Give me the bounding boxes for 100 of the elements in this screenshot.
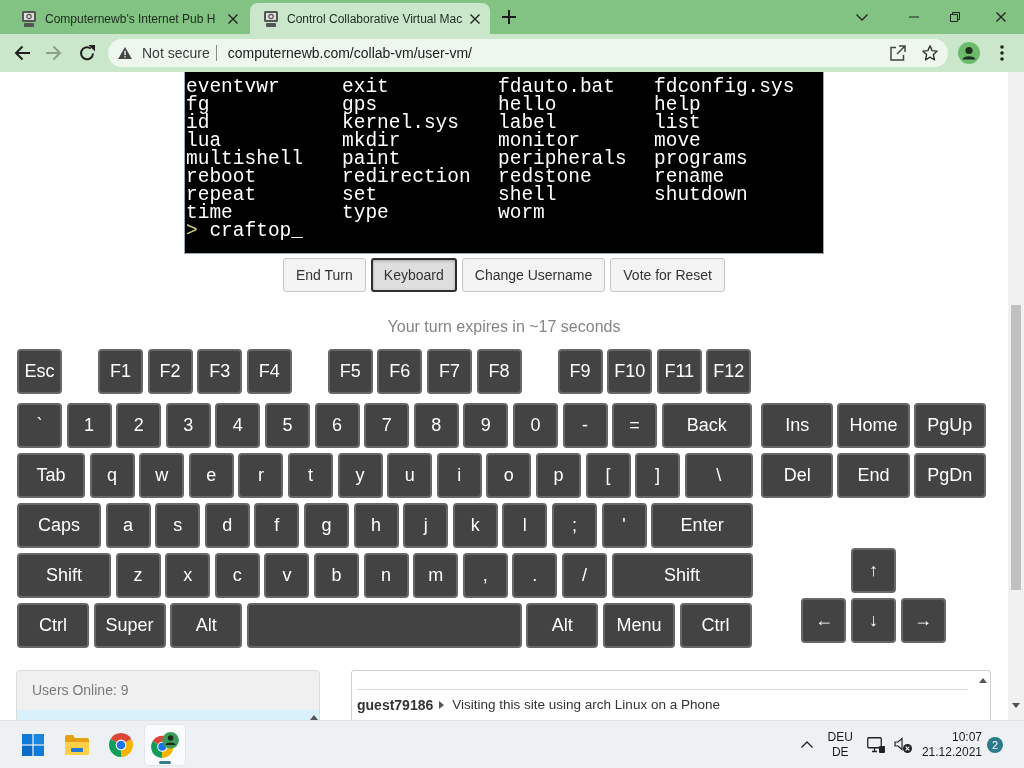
key[interactable]: v <box>264 553 310 598</box>
key[interactable]: g <box>303 503 349 548</box>
key[interactable]: Caps <box>17 503 101 548</box>
key[interactable]: d <box>204 503 250 548</box>
key[interactable]: F7 <box>426 349 472 394</box>
control-button[interactable]: End Turn <box>283 258 366 292</box>
back-arrow-icon[interactable] <box>14 45 30 61</box>
key[interactable]: h <box>353 503 399 548</box>
key[interactable]: ↑ <box>851 548 896 593</box>
key[interactable]: PgUp <box>913 403 986 448</box>
star-icon[interactable] <box>922 45 938 61</box>
key[interactable]: Alt <box>526 603 599 648</box>
key[interactable]: F3 <box>197 349 243 394</box>
key[interactable]: m <box>413 553 459 598</box>
key[interactable]: ↓ <box>851 598 896 643</box>
key[interactable]: - <box>562 403 608 448</box>
key[interactable]: u <box>387 453 433 498</box>
key[interactable]: y <box>337 453 383 498</box>
key[interactable]: Menu <box>602 603 675 648</box>
scroll-down-icon[interactable] <box>1012 703 1020 708</box>
notification-count[interactable]: 2 <box>987 736 1003 753</box>
key[interactable]: x <box>165 553 211 598</box>
key[interactable]: / <box>561 553 607 598</box>
key[interactable]: Ctrl <box>679 603 752 648</box>
key[interactable]: [ <box>585 453 631 498</box>
share-icon[interactable] <box>890 45 906 61</box>
key[interactable]: 2 <box>116 403 162 448</box>
key[interactable]: ← <box>801 598 847 643</box>
key[interactable]: i <box>436 453 482 498</box>
key[interactable]: 1 <box>66 403 112 448</box>
close-icon[interactable] <box>228 13 238 24</box>
browser-tab[interactable]: Computernewb's Internet Pub H <box>8 3 250 34</box>
key[interactable]: w <box>139 453 185 498</box>
key[interactable]: . <box>512 553 558 598</box>
minimize-icon[interactable] <box>908 16 919 18</box>
key[interactable]: 3 <box>165 403 211 448</box>
clock-date[interactable]: 21.12.2021 <box>921 744 982 760</box>
key[interactable]: 0 <box>512 403 558 448</box>
security-indicator[interactable]: Not secure <box>118 45 210 61</box>
key[interactable]: PgDn <box>913 453 986 498</box>
key[interactable]: z <box>115 553 161 598</box>
control-button[interactable]: Keyboard <box>370 258 457 292</box>
control-button[interactable]: Vote for Reset <box>610 258 725 292</box>
key[interactable]: F8 <box>476 349 522 394</box>
key[interactable]: Tab <box>17 453 85 498</box>
menu-icon[interactable] <box>1000 45 1004 61</box>
key[interactable]: F10 <box>607 349 653 394</box>
key[interactable]: e <box>188 453 234 498</box>
key[interactable]: F12 <box>706 349 752 394</box>
key[interactable]: F4 <box>246 349 292 394</box>
key[interactable]: ] <box>635 453 681 498</box>
key[interactable]: c <box>214 553 260 598</box>
key[interactable]: F2 <box>147 349 193 394</box>
key[interactable]: p <box>535 453 581 498</box>
browser-tab[interactable]: Control Collaborative Virtual Mac <box>250 3 490 34</box>
key[interactable]: Home <box>837 403 910 448</box>
reload-icon[interactable] <box>79 45 95 61</box>
key[interactable]: F11 <box>656 349 702 394</box>
key[interactable]: l <box>502 503 548 548</box>
plus-icon[interactable] <box>502 10 516 24</box>
keyboard-layout[interactable]: DE <box>831 744 849 760</box>
key[interactable]: n <box>363 553 409 598</box>
key[interactable]: 7 <box>364 403 410 448</box>
scrollbar-thumb[interactable] <box>1011 305 1021 590</box>
key[interactable]: 8 <box>413 403 459 448</box>
key[interactable]: 5 <box>264 403 310 448</box>
key[interactable]: Ins <box>761 403 834 448</box>
key[interactable]: F9 <box>557 349 603 394</box>
control-button[interactable]: Change Username <box>461 258 606 292</box>
key[interactable]: F1 <box>98 349 143 394</box>
clock-time[interactable]: 10:07 <box>951 729 982 745</box>
key[interactable]: → <box>900 598 946 643</box>
key[interactable]: r <box>238 453 284 498</box>
key[interactable]: End <box>837 453 910 498</box>
terminal-input[interactable]: craftop_ <box>209 222 303 240</box>
key[interactable]: Super <box>93 603 166 648</box>
restore-icon[interactable] <box>950 12 960 22</box>
key[interactable]: \ <box>684 453 753 498</box>
key[interactable]: t <box>287 453 333 498</box>
key[interactable]: k <box>452 503 498 548</box>
key[interactable]: f <box>254 503 300 548</box>
key[interactable]: Back <box>661 403 752 448</box>
key[interactable]: ; <box>551 503 597 548</box>
key[interactable]: Del <box>761 453 834 498</box>
key[interactable]: 9 <box>463 403 509 448</box>
key[interactable]: Alt <box>170 603 243 648</box>
key[interactable]: q <box>89 453 135 498</box>
key[interactable]: F6 <box>377 349 423 394</box>
chevron-up-icon[interactable] <box>800 741 813 748</box>
key[interactable]: a <box>105 503 151 548</box>
key[interactable]: ' <box>601 503 647 548</box>
key[interactable]: F5 <box>327 349 373 394</box>
key[interactable]: 4 <box>215 403 261 448</box>
network-icon[interactable] <box>866 736 885 753</box>
key[interactable]: j <box>403 503 449 548</box>
key[interactable]: Ctrl <box>17 603 89 648</box>
key[interactable]: Shift <box>611 553 753 598</box>
key[interactable]: ` <box>17 403 62 448</box>
taskbar-app-button[interactable] <box>145 724 185 765</box>
key[interactable]: o <box>486 453 532 498</box>
